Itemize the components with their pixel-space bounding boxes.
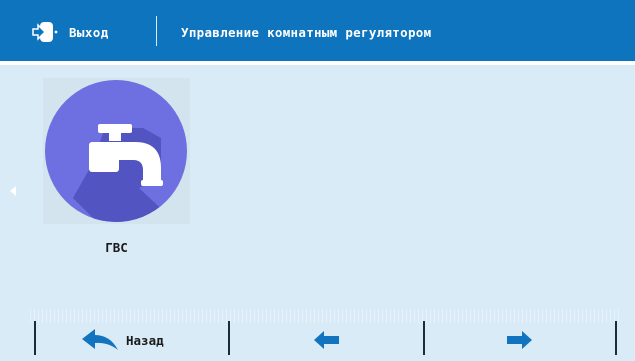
back-arrow-icon [82, 329, 118, 350]
header-bar: Выход Управление комнатным регулятором [0, 0, 635, 61]
previous-button[interactable] [313, 330, 341, 350]
back-button[interactable]: Назад [80, 327, 164, 353]
footer-divider [34, 321, 36, 355]
page-title: Управление комнатным регулятором [181, 25, 432, 40]
footer-divider [423, 321, 425, 355]
water-tap-icon [45, 80, 187, 222]
footer-divider [615, 321, 617, 355]
tile-dhw[interactable] [43, 78, 190, 224]
tile-label-dhw: ГВС [105, 240, 128, 255]
scroll-left-icon[interactable] [10, 186, 16, 196]
header-divider [156, 16, 157, 46]
arrow-left-icon [314, 331, 339, 349]
exit-button[interactable]: Выход [32, 20, 109, 44]
next-button[interactable] [505, 330, 533, 350]
exit-label: Выход [69, 24, 109, 40]
arrow-right-icon [507, 331, 532, 349]
screen: Выход Управление комнатным регулятором Г… [0, 0, 635, 361]
header-underline [0, 61, 635, 65]
footer-dotted-line [30, 309, 620, 323]
footer-divider [228, 321, 230, 355]
back-label: Назад [126, 332, 164, 348]
exit-icon [32, 21, 62, 43]
